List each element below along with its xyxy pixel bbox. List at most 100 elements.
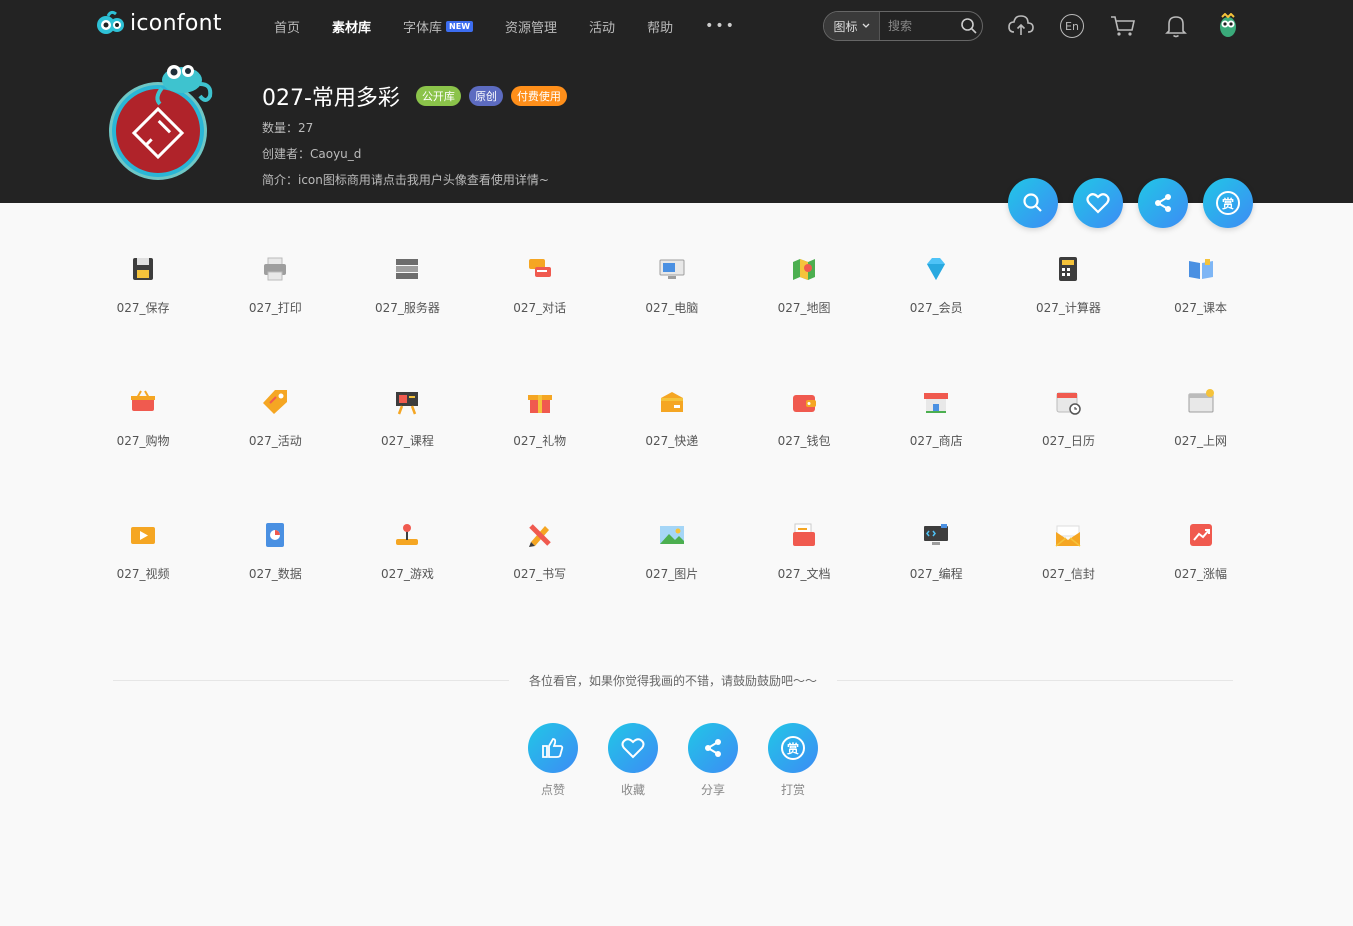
user-avatar-icon	[1220, 13, 1236, 37]
server-icon	[392, 254, 422, 284]
icon-card[interactable]: 027_计算器	[1002, 240, 1134, 373]
basket-icon	[128, 387, 158, 417]
chameleon-logo-icon	[97, 10, 124, 34]
icon-card-label: 027_礼物	[513, 434, 567, 448]
save-icon	[128, 254, 158, 284]
tag-icon	[260, 387, 290, 417]
icon-card-label: 027_购物	[116, 434, 170, 448]
collection-count: 数量：27	[262, 121, 314, 135]
tag-public[interactable]: 公开库	[415, 86, 461, 106]
language-button[interactable]: En	[1059, 13, 1085, 39]
icon-card[interactable]: 027_信封	[1002, 506, 1134, 639]
nav-home-label: 首页	[274, 20, 301, 36]
fab-reward-button[interactable]: 赏	[1203, 178, 1253, 228]
iconfont-logo[interactable]: iconfont	[96, 10, 222, 36]
image-icon	[657, 520, 687, 550]
notifications-button[interactable]	[1163, 13, 1189, 39]
icon-card[interactable]: 027_保存	[77, 240, 209, 373]
search-button[interactable]	[956, 17, 982, 35]
icon-card-label: 027_活动	[248, 434, 302, 448]
language-icon: En	[1060, 14, 1084, 38]
folder-doc-icon	[789, 520, 819, 550]
icon-card-label: 027_电脑	[645, 301, 699, 315]
cart-button[interactable]	[1110, 13, 1136, 39]
nav-more[interactable]: •••	[705, 18, 736, 34]
search-input[interactable]	[880, 19, 956, 33]
nav-fonts[interactable]: 字体库 NEW	[403, 17, 474, 36]
icon-card-label: 027_服务器	[375, 301, 440, 315]
favorite-action[interactable]: 收藏	[608, 723, 658, 798]
icon-card[interactable]: 027_课本	[1135, 240, 1267, 373]
share-button[interactable]	[688, 723, 738, 773]
icon-card[interactable]: 027_电脑	[606, 240, 738, 373]
reward-action[interactable]: 赏 打赏	[768, 723, 818, 798]
icon-card[interactable]: 027_视频	[77, 506, 209, 639]
icon-card[interactable]: 027_会员	[870, 240, 1002, 373]
search-icon	[1023, 193, 1042, 212]
like-label: 点赞	[540, 783, 565, 797]
icon-card[interactable]: 027_商店	[870, 373, 1002, 506]
joystick-icon	[392, 520, 422, 550]
heart-icon	[621, 738, 645, 759]
nav-activities-label: 活动	[589, 20, 616, 36]
icon-card[interactable]: 027_对话	[474, 240, 606, 373]
icon-card[interactable]: 027_图片	[606, 506, 738, 639]
share-action[interactable]: 分享	[688, 723, 738, 798]
nav-help[interactable]: 帮助	[647, 17, 673, 36]
icon-card[interactable]: 027_书写	[474, 506, 606, 639]
pie-doc-icon	[260, 520, 290, 550]
easel-icon	[392, 387, 422, 417]
favorite-button[interactable]	[608, 723, 658, 773]
icon-card[interactable]: 027_礼物	[474, 373, 606, 506]
upload-button[interactable]	[1008, 13, 1034, 39]
collection-intro: 简介：icon图标商用请点击我用户头像查看使用详情~	[262, 173, 549, 187]
icon-card[interactable]: 027_涨幅	[1135, 506, 1267, 639]
icon-card[interactable]: 027_快递	[606, 373, 738, 506]
diamond-icon	[921, 254, 951, 284]
package-icon	[657, 387, 687, 417]
gift-icon	[525, 387, 555, 417]
icon-card[interactable]: 027_日历	[1002, 373, 1134, 506]
nav-help-label: 帮助	[647, 20, 674, 36]
map-icon	[789, 254, 819, 284]
icon-card[interactable]: 027_服务器	[341, 240, 473, 373]
fab-favorite-button[interactable]	[1073, 178, 1123, 228]
main-nav: 首页 素材库 字体库 NEW 资源管理 活动 帮助 •••	[274, 0, 768, 52]
icon-card[interactable]: 027_上网	[1135, 373, 1267, 506]
icon-card[interactable]: 027_数据	[209, 506, 341, 639]
icon-card-label: 027_涨幅	[1174, 567, 1228, 581]
icon-card-label: 027_课程	[381, 434, 434, 448]
like-action[interactable]: 点赞	[528, 723, 578, 798]
divider-line-right	[837, 679, 1234, 681]
icon-grid: 027_保存 027_打印 027_服务器 027_对话 027_电脑 027_地图 027…	[77, 240, 1267, 639]
search-type-select[interactable]: 图标	[824, 12, 880, 40]
more-dots-icon: •••	[705, 18, 736, 34]
icon-card[interactable]: 027_钱包	[738, 373, 870, 506]
collection-creator[interactable]: 创建者：Caoyu_d	[262, 145, 361, 162]
chevron-down-icon	[862, 23, 869, 28]
fab-search-button[interactable]	[1008, 178, 1058, 228]
icon-card-label: 027_上网	[1174, 434, 1228, 448]
tag-original[interactable]: 原创	[468, 86, 503, 106]
like-button[interactable]	[528, 723, 578, 773]
icon-card[interactable]: 027_活动	[209, 373, 341, 506]
reward-button[interactable]: 赏	[768, 723, 818, 773]
icon-card[interactable]: 027_地图	[738, 240, 870, 373]
thumbs-up-icon	[542, 738, 564, 758]
icon-card[interactable]: 027_编程	[870, 506, 1002, 639]
nav-home[interactable]: 首页	[274, 17, 300, 36]
icon-card[interactable]: 027_购物	[77, 373, 209, 506]
user-avatar[interactable]	[1215, 13, 1241, 39]
nav-activities[interactable]: 活动	[589, 17, 615, 36]
tag-paid[interactable]: 付费使用	[510, 86, 567, 106]
fab-share-button[interactable]	[1138, 178, 1188, 228]
icon-card[interactable]: 027_课程	[341, 373, 473, 506]
footer-message: 各位看官，如果你觉得我画的不错，请鼓励鼓励吧～～	[529, 673, 818, 688]
nav-materials[interactable]: 素材库	[332, 17, 371, 36]
pencil-icon	[525, 520, 555, 550]
bell-icon	[1165, 16, 1187, 38]
icon-card[interactable]: 027_文档	[738, 506, 870, 639]
nav-resource-manage[interactable]: 资源管理	[505, 17, 557, 36]
icon-card[interactable]: 027_游戏	[341, 506, 473, 639]
icon-card[interactable]: 027_打印	[209, 240, 341, 373]
